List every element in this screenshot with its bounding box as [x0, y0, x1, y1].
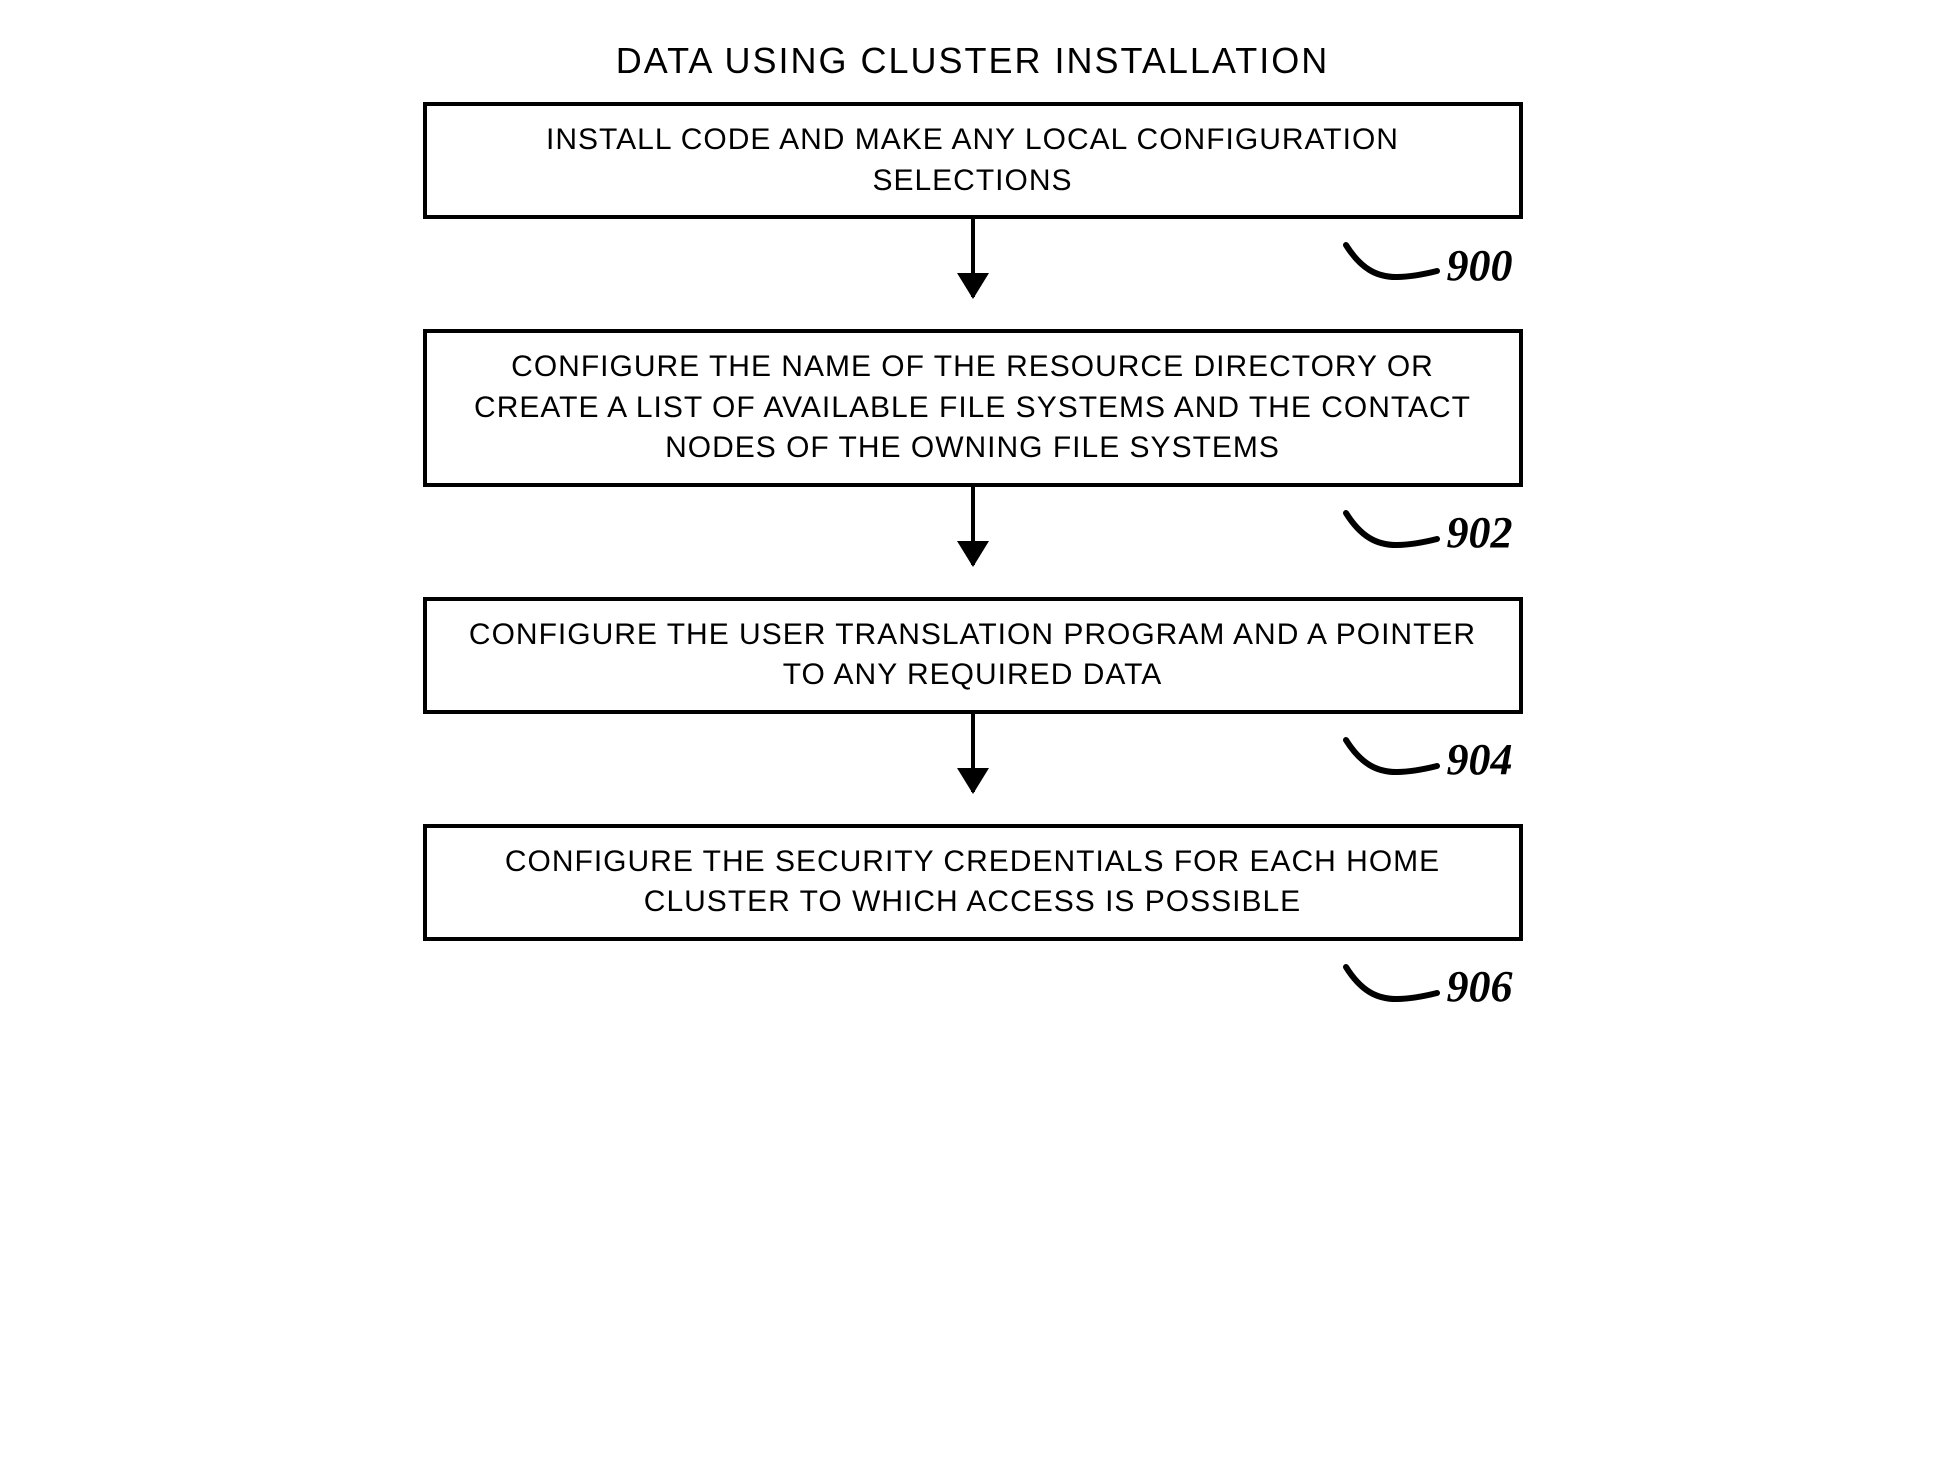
step-box-904: CONFIGURE THE USER TRANSLATION PROGRAM A… [423, 597, 1523, 714]
step-box-906: CONFIGURE THE SECURITY CREDENTIALS FOR E… [423, 824, 1523, 941]
connector-row: 906 [423, 941, 1523, 1031]
connector-row: 904 [423, 714, 1523, 824]
leader-line-icon [1341, 732, 1441, 788]
diagram-title: DATA USING CLUSTER INSTALLATION [423, 40, 1523, 82]
leader-line-icon [1341, 505, 1441, 561]
ref-label-900: 900 [1341, 237, 1513, 293]
step-box-902: CONFIGURE THE NAME OF THE RESOURCE DIREC… [423, 329, 1523, 487]
ref-number: 902 [1447, 507, 1513, 558]
arrow-down-icon [971, 219, 975, 297]
flowchart: DATA USING CLUSTER INSTALLATION INSTALL … [423, 40, 1523, 1031]
leader-line-icon [1341, 959, 1441, 1015]
connector-row: 900 [423, 219, 1523, 329]
ref-label-904: 904 [1341, 732, 1513, 788]
ref-number: 906 [1447, 961, 1513, 1012]
leader-line-icon [1341, 237, 1441, 293]
arrow-down-icon [971, 714, 975, 792]
arrow-down-icon [971, 487, 975, 565]
ref-number: 904 [1447, 734, 1513, 785]
step-box-900: INSTALL CODE AND MAKE ANY LOCAL CONFIGUR… [423, 102, 1523, 219]
ref-label-906: 906 [1341, 959, 1513, 1015]
ref-label-902: 902 [1341, 505, 1513, 561]
connector-row: 902 [423, 487, 1523, 597]
ref-number: 900 [1447, 240, 1513, 291]
